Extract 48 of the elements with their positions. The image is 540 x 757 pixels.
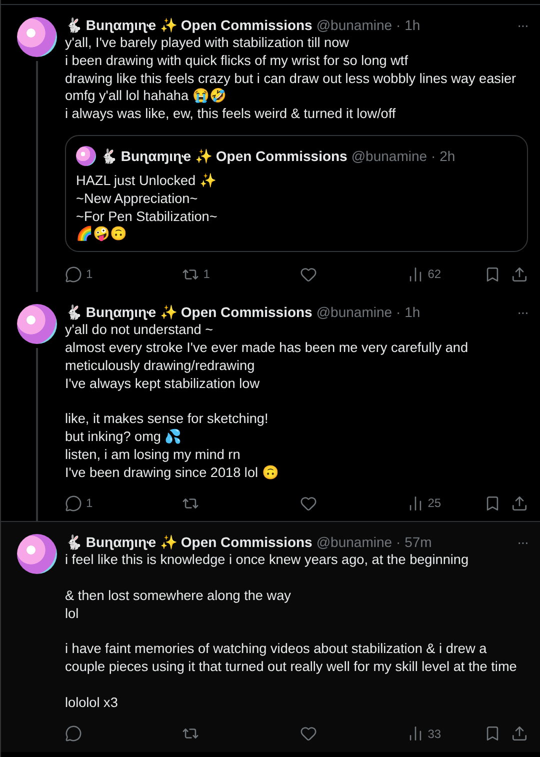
views-button[interactable]: 33 [406, 725, 467, 742]
author-name[interactable]: 🐇 Buɳαɱιɳҽ ✨ Open Commissions [65, 17, 312, 33]
post-text: i feel like this is knowledge i once knew years ago, at the beginning & then lost somewhere along the way lol i have faint memories of watching videos about stabilization & i drew a couple pieces using it that turned out really well for my skill level at the time lololol x3 [65, 551, 518, 712]
reply-button[interactable]: 1 [65, 266, 165, 283]
heart-icon [300, 494, 316, 512]
author-handle[interactable]: @bunamine [316, 17, 392, 33]
post-time: · 2h [431, 148, 456, 164]
bookmark-icon [484, 725, 501, 742]
bookmark-button[interactable] [484, 725, 501, 742]
bookmark-button[interactable] [484, 266, 501, 283]
post-time: · 57m [396, 534, 432, 550]
post-text: y'all do not understand ~ almost every stroke I've ever made has been me very carefully and meticulously drawing/redrawing I've always kept stabilization low like, it makes sense for sketching! but inking? omg 💦 listen, i am losing my mind rn I've been drawing since 2018 lol 🙃 [65, 321, 470, 482]
heart-icon [300, 725, 316, 742]
post-text: y'all, I've barely played with stabilization till now i been drawing with quick flicks of my wrist for so long wtf drawing like this feels crazy but i can draw out less wobbly lines way easier omfg y'all lol hahaha 😭🤣 i always was like, ew, this feels weird & turned it low/off [65, 34, 518, 123]
author-name[interactable]: 🐇 Buɳαɱιɳҽ ✨ Open Commissions [100, 148, 348, 164]
share-icon [511, 266, 528, 283]
heart-icon [300, 266, 316, 283]
avatar[interactable] [76, 146, 96, 166]
share-button[interactable] [511, 494, 528, 512]
views-button[interactable]: 62 [406, 266, 467, 283]
views-button[interactable]: 25 [406, 494, 467, 512]
share-icon [511, 494, 528, 512]
more-button[interactable]: ··· [517, 17, 528, 33]
avatar[interactable] [17, 304, 57, 344]
reply-icon [65, 725, 82, 742]
post-time: · 1h [396, 304, 420, 320]
author-handle[interactable]: @bunamine [316, 534, 392, 550]
avatar[interactable] [17, 534, 57, 574]
repost-button[interactable]: 1 [182, 266, 282, 283]
reply-icon [65, 494, 82, 512]
author-name[interactable]: 🐇 Buɳαɱιɳҽ ✨ Open Commissions [65, 304, 312, 320]
share-button[interactable] [511, 725, 528, 742]
author-handle[interactable]: @bunamine [351, 148, 428, 164]
more-button[interactable]: ··· [517, 534, 528, 550]
post-text: HAZL just Unlocked ✨ ~New Appreciation~ ~For Pen Stabilization~ 🌈🤪🙃 [76, 172, 218, 244]
quoted-post[interactable]: 🐇 Buɳαɱιɳҽ ✨ Open Commissions @bunamine · 2h HAZL just Unlocked ✨ ~New Appreciation~ ~For Pen Stabilization~ 🌈🤪🙃 [65, 134, 528, 252]
more-button[interactable]: ··· [517, 304, 528, 320]
reply-icon [65, 266, 82, 283]
reply-button[interactable]: 1 [65, 494, 165, 512]
author-name[interactable]: 🐇 Buɳαɱιɳҽ ✨ Open Commissions [65, 534, 312, 550]
author-handle[interactable]: @bunamine [316, 304, 392, 320]
bookmark-button[interactable] [484, 494, 501, 512]
share-button[interactable] [511, 266, 528, 283]
avatar[interactable] [17, 17, 57, 57]
bookmark-icon [484, 266, 501, 283]
bookmark-icon [484, 494, 501, 512]
share-icon [511, 725, 528, 742]
post-time: · 1h [396, 17, 420, 33]
